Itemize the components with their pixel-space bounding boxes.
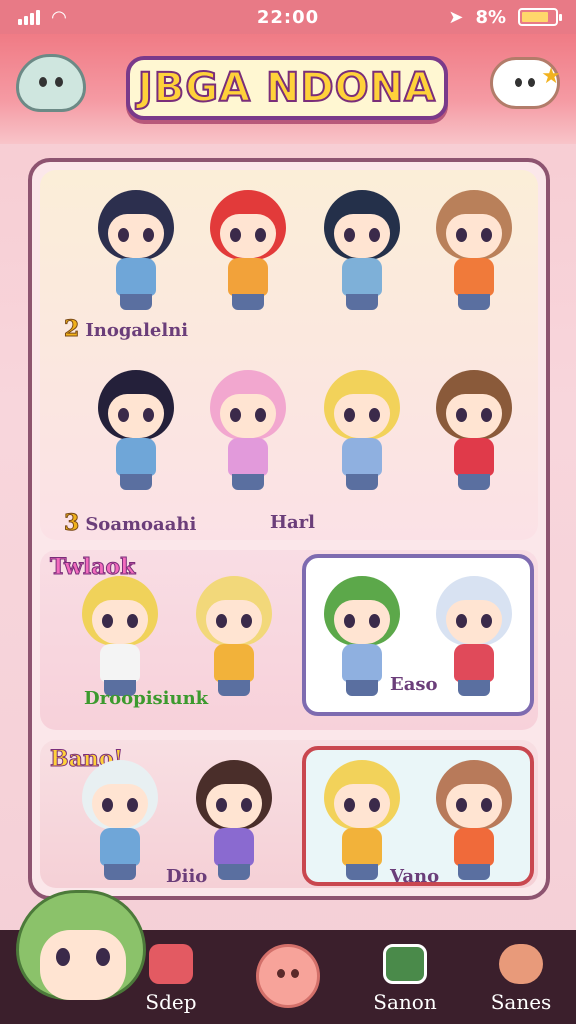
character-legs [104,864,136,880]
character-legs [458,864,490,880]
character-face [446,214,502,258]
character-body [214,828,254,866]
section2-label: Droopisiunk [84,688,209,709]
row2-extra-label: Harl [270,512,315,533]
wifi-icon: ◠ [52,6,66,28]
roster-section-3: Bano! Diio Vano [40,740,538,888]
ghost-button[interactable] [12,46,90,120]
character-body [116,258,156,296]
star-icon: ★ [541,64,561,89]
character-body [454,644,494,682]
character-legs [218,680,250,696]
row2-label: 3 Soamoaahi [63,510,197,537]
character-legs [458,474,490,490]
character-body [214,644,254,682]
character-legs [458,680,490,696]
character-body [454,438,494,476]
character-face [446,784,502,828]
character-face [206,600,262,644]
nav-item-sanes[interactable]: Sanes [466,930,576,1024]
character-body [454,258,494,296]
character-card[interactable] [428,576,520,700]
battery-icon [518,8,562,26]
character-face [446,600,502,644]
character-card[interactable] [74,576,166,700]
character-face [206,784,262,828]
character-card[interactable] [202,370,294,494]
character-body [342,258,382,296]
character-body [228,258,268,296]
row1-label: 2 Inogalelni [63,316,189,343]
home-button[interactable] [256,944,320,1008]
battery-percent: 8% [475,6,506,28]
character-card[interactable] [74,760,166,884]
location-icon: ➤ [448,6,464,28]
character-legs [346,474,378,490]
character-face [108,394,164,438]
character-legs [120,474,152,490]
character-face [108,214,164,258]
character-card[interactable] [188,576,280,700]
character-card[interactable] [90,370,182,494]
character-face [334,394,390,438]
character-face [334,214,390,258]
game-title: JBGA NDONA [126,56,448,120]
chat-button[interactable]: ★ [486,46,564,120]
status-time: 22:00 [256,6,320,28]
mascot-character [6,880,156,1024]
card-icon [383,944,427,984]
character-card[interactable] [316,370,408,494]
character-body [100,828,140,866]
character-body [342,438,382,476]
character-body [454,828,494,866]
character-legs [232,474,264,490]
character-legs [218,864,250,880]
character-card[interactable] [316,190,408,314]
character-body [228,438,268,476]
character-card[interactable] [428,370,520,494]
signal-icon [18,9,40,25]
character-legs [232,294,264,310]
character-card[interactable] [428,760,520,884]
character-body [116,438,156,476]
roster-panel: 2 Inogalelni 3 Soamoaahi Harl Twlaok Droop… [28,158,550,900]
character-legs [458,294,490,310]
character-body [100,644,140,682]
character-body [342,644,382,682]
character-face [446,394,502,438]
ghost-icon [16,54,86,112]
header: JBGA NDONA ★ [0,34,576,144]
character-legs [346,864,378,880]
character-face [334,600,390,644]
character-legs [120,294,152,310]
section3-box-label: Vano [390,866,440,887]
character-face [220,214,276,258]
character-face [92,600,148,644]
character-card[interactable] [428,190,520,314]
character-face [334,784,390,828]
character-face [92,784,148,828]
character-body [342,828,382,866]
character-card[interactable] [90,190,182,314]
nav-item-sanon[interactable]: Sanon [350,930,460,1024]
status-bar: ◠ 22:00 ➤ 8% [0,0,576,34]
mushroom-icon [499,944,543,984]
section2-box-label: Easo [390,674,438,695]
roster-section-1: 2 Inogalelni 3 Soamoaahi Harl [40,170,538,540]
section3-label: Diio [166,866,208,887]
character-face [220,394,276,438]
roster-section-2: Twlaok Droopisiunk Easo [40,550,538,730]
character-legs [346,294,378,310]
character-legs [346,680,378,696]
character-card[interactable] [202,190,294,314]
chat-bubble-icon: ★ [490,57,561,109]
